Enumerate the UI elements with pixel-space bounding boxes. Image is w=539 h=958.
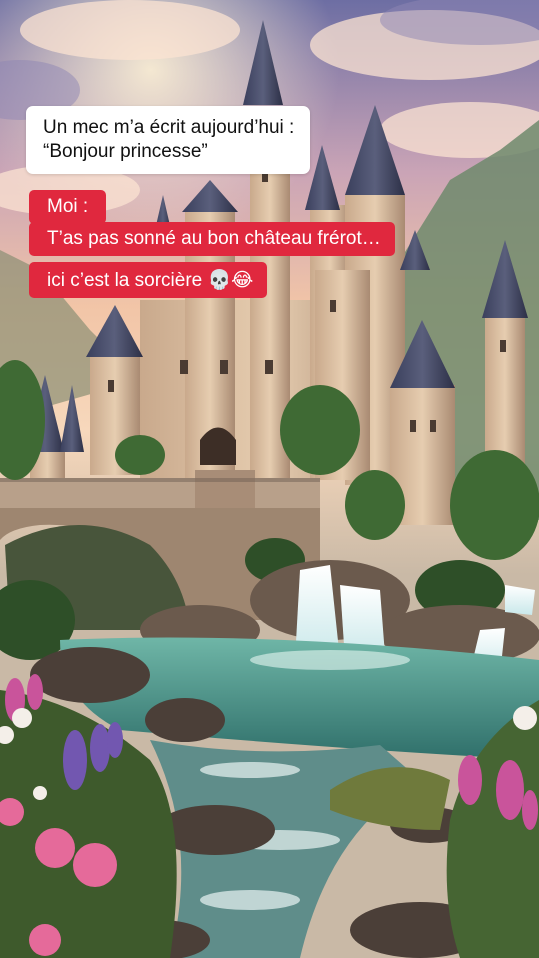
reply-line-2: T’as pas sonné au bon château frérot…	[29, 222, 395, 256]
reply-line-1: Moi :	[29, 190, 107, 224]
caption-line-1: Un mec m’a écrit aujourd’hui :	[43, 117, 295, 138]
reply-line-3-text: ici c’est la sorcière	[47, 270, 203, 291]
caption-box: Un mec m’a écrit aujourd’hui : “Bonjour …	[26, 106, 311, 174]
skull-laugh-emoji-icon: 💀😂	[207, 269, 254, 291]
caption-line-2: “Bonjour princesse”	[43, 140, 208, 162]
reply-line-3: ici c’est la sorcière 💀😂	[29, 262, 268, 298]
